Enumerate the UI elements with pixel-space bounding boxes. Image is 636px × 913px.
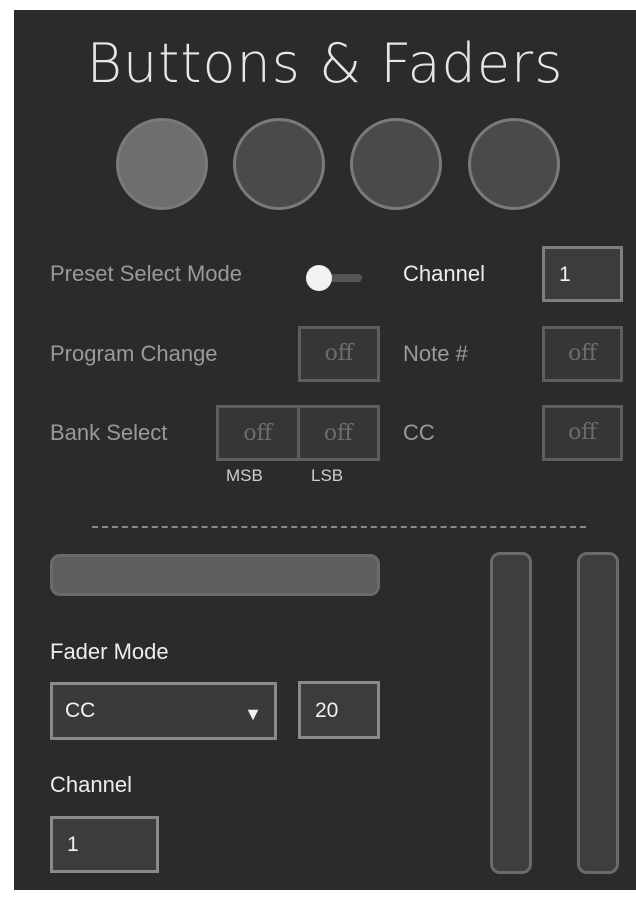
bank-select-input-group: off off — [216, 405, 380, 461]
note-number-input[interactable]: off — [542, 326, 623, 382]
msb-label: MSB — [226, 466, 263, 485]
vertical-fader-1[interactable] — [490, 552, 532, 874]
fader-channel-label: Channel — [50, 772, 132, 797]
pad-3[interactable] — [350, 118, 442, 210]
lsb-label: LSB — [311, 466, 344, 485]
preset-select-mode-toggle[interactable] — [306, 265, 362, 291]
program-change-label: Program Change — [50, 341, 218, 366]
dropdown-arrow-icon: ▼ — [244, 704, 262, 724]
fader-mode-selected-value: CC — [65, 699, 96, 722]
cc-label: CC — [403, 420, 435, 445]
fader-channel-input[interactable]: 1 — [50, 816, 159, 873]
note-number-label: Note # — [403, 341, 468, 366]
horizontal-fader[interactable] — [50, 554, 380, 596]
bank-select-lsb-input[interactable]: off — [296, 408, 378, 458]
page-title: Buttons & Faders — [86, 32, 564, 95]
pad-2[interactable] — [233, 118, 325, 210]
section-divider — [92, 526, 586, 528]
channel-label: Channel — [403, 261, 485, 286]
toggle-knob — [306, 265, 332, 291]
cc-input[interactable]: off — [542, 405, 623, 461]
channel-input[interactable]: 1 — [542, 246, 623, 302]
fader-cc-number-input[interactable]: 20 — [298, 681, 380, 739]
pad-1[interactable] — [116, 118, 208, 210]
bank-select-label: Bank Select — [50, 420, 168, 445]
bank-select-msb-input[interactable]: off — [219, 408, 297, 458]
fader-mode-select[interactable]: CC ▼ — [50, 682, 277, 740]
pad-4[interactable] — [468, 118, 560, 210]
preset-select-mode-label: Preset Select Mode — [50, 261, 242, 286]
vertical-fader-2[interactable] — [577, 552, 619, 874]
program-change-input[interactable]: off — [298, 326, 380, 382]
fader-mode-label: Fader Mode — [50, 639, 169, 664]
buttons-faders-panel: Buttons & Faders Preset Select Mode Chan… — [14, 10, 636, 890]
